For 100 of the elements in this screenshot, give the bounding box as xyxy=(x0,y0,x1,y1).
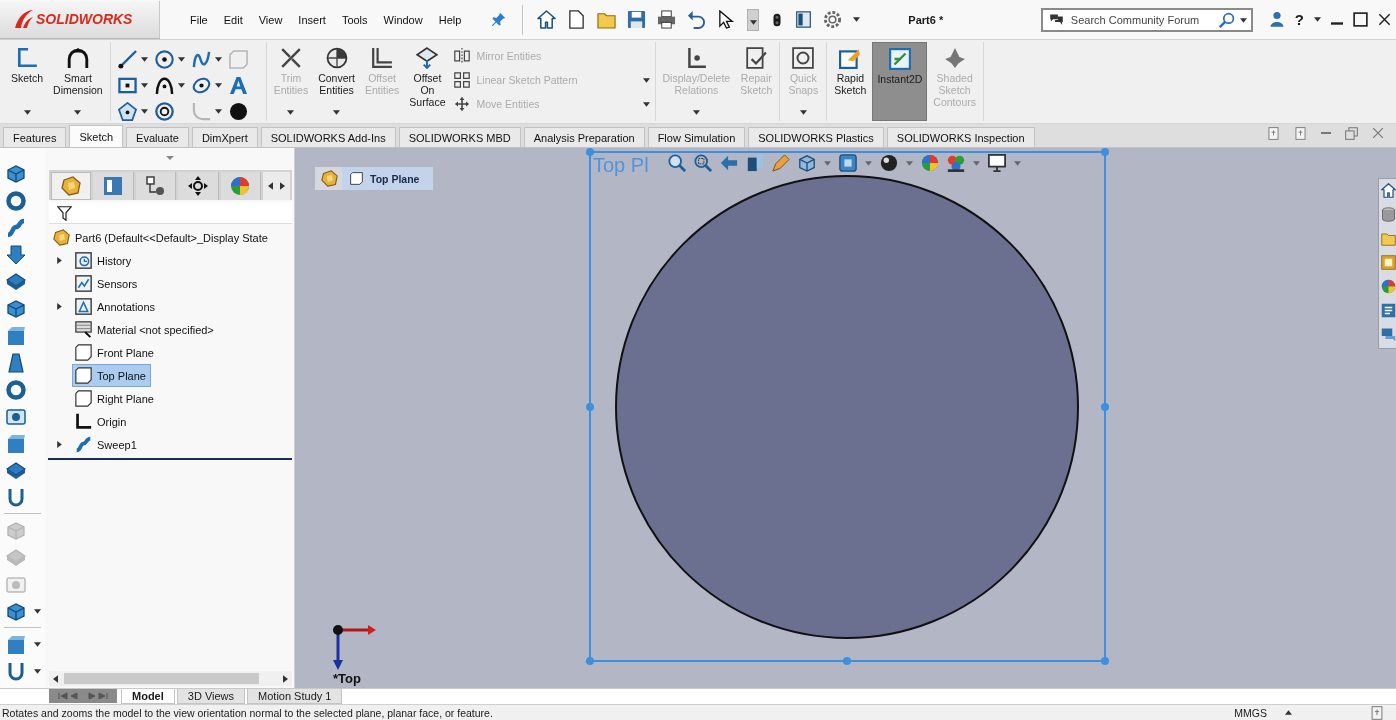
menu-item[interactable]: Tools xyxy=(333,10,376,29)
command-tab[interactable]: DimXpert xyxy=(191,127,258,147)
ribbon-button[interactable]: Smart Dimension xyxy=(49,42,107,121)
bottom-tab[interactable]: 3D Views xyxy=(176,689,246,704)
maximize-icon[interactable] xyxy=(1353,12,1368,27)
caret-icon[interactable] xyxy=(140,83,148,88)
cube-icon[interactable] xyxy=(6,601,26,622)
rectangle-icon[interactable] xyxy=(117,76,137,95)
scroll-left-icon[interactable] xyxy=(53,674,58,683)
printer-icon[interactable] xyxy=(657,10,677,29)
expand-arrow-icon[interactable] xyxy=(57,303,62,310)
tree-item[interactable]: Part6 (Default<<Default>_Display State xyxy=(50,226,273,249)
menu-item[interactable]: Edit xyxy=(215,10,251,29)
panel-tab[interactable] xyxy=(178,172,219,200)
list-icon[interactable] xyxy=(1381,303,1396,318)
caret-icon[interactable] xyxy=(34,609,41,614)
point-icon[interactable] xyxy=(228,102,248,121)
bottom-tab[interactable]: Model xyxy=(121,689,175,704)
caret-icon[interactable] xyxy=(74,110,82,115)
user-icon[interactable] xyxy=(1268,10,1285,29)
u-shape-icon[interactable] xyxy=(6,487,26,508)
caret-icon[interactable] xyxy=(177,83,185,88)
home-icon[interactable] xyxy=(1381,183,1396,198)
ring-icon[interactable] xyxy=(6,379,26,400)
search-field[interactable]: Search Community Forum xyxy=(1040,7,1253,32)
expand-arrow-icon[interactable] xyxy=(57,257,62,264)
unit-system-selector[interactable]: MMGS xyxy=(1234,706,1267,719)
command-tab[interactable]: Evaluate xyxy=(126,127,189,147)
command-tab[interactable]: Sketch xyxy=(69,125,124,147)
caret-icon[interactable] xyxy=(23,110,31,115)
command-tab[interactable]: SOLIDWORKS MBD xyxy=(398,127,521,147)
search-icon[interactable] xyxy=(1218,11,1235,28)
tree-item[interactable]: Material <not specified> xyxy=(72,318,219,341)
caret-icon[interactable] xyxy=(214,83,222,88)
caret-icon[interactable] xyxy=(140,109,148,114)
trapezoid-icon[interactable] xyxy=(6,352,26,373)
home-icon[interactable] xyxy=(537,10,557,29)
command-tab[interactable]: SOLIDWORKS Add-Ins xyxy=(260,127,396,147)
chat-icon[interactable] xyxy=(1381,327,1396,342)
slab-icon[interactable] xyxy=(6,271,26,292)
folder-icon[interactable] xyxy=(597,10,617,29)
ribbon-button[interactable]: Offset On Surface xyxy=(405,42,450,121)
command-tab[interactable]: Features xyxy=(3,127,67,147)
panel-tab[interactable] xyxy=(135,172,177,200)
close-icon[interactable] xyxy=(1378,13,1391,26)
filter-icon[interactable] xyxy=(57,206,72,221)
down-arrow-icon[interactable] xyxy=(6,244,26,265)
part-icon[interactable] xyxy=(321,170,338,187)
pin-icon[interactable] xyxy=(491,12,507,27)
polygon-icon[interactable] xyxy=(117,102,137,121)
caret-icon[interactable] xyxy=(214,57,222,62)
horizontal-scrollbar[interactable] xyxy=(49,671,292,686)
u-shape-icon[interactable] xyxy=(6,661,26,682)
tree-item[interactable]: Origin xyxy=(72,410,132,433)
tree-item[interactable]: Front Plane xyxy=(72,341,159,364)
tree-item[interactable]: History xyxy=(72,249,137,272)
command-tab[interactable]: Analysis Preparation xyxy=(523,127,645,147)
document-title[interactable]: Part6 * xyxy=(908,13,944,26)
arc-icon[interactable] xyxy=(154,76,174,95)
page-icon[interactable] xyxy=(1370,705,1384,720)
ribbon-button[interactable]: Sketch xyxy=(7,42,48,121)
scrollbar-thumb[interactable] xyxy=(64,673,259,684)
document-window-icon[interactable] xyxy=(1294,125,1307,141)
undo-icon[interactable] xyxy=(687,10,707,29)
menu-item[interactable]: Window xyxy=(375,10,431,29)
hole-icon[interactable] xyxy=(6,406,26,427)
cube-icon[interactable] xyxy=(6,298,26,319)
caret-icon[interactable] xyxy=(1239,17,1247,23)
scroll-right-icon[interactable] xyxy=(280,182,285,190)
sweep-icon[interactable] xyxy=(6,217,26,238)
caret-icon[interactable] xyxy=(34,669,41,674)
collapse-handle-icon[interactable] xyxy=(165,156,174,160)
tree-item[interactable]: Top Plane xyxy=(72,364,151,387)
tree-item[interactable]: Sensors xyxy=(72,272,143,295)
ribbon-button[interactable]: Instant2D xyxy=(872,42,928,121)
menu-item[interactable]: File xyxy=(182,10,216,29)
box-icon[interactable] xyxy=(6,433,26,454)
ring-icon[interactable] xyxy=(6,190,26,211)
folder-icon[interactable] xyxy=(1381,231,1396,246)
menu-item[interactable]: View xyxy=(250,10,291,29)
dropdown-box[interactable] xyxy=(747,8,760,31)
ellipse-icon[interactable] xyxy=(191,76,211,95)
caret-up-icon[interactable] xyxy=(1285,710,1292,715)
caret-icon[interactable] xyxy=(34,642,41,647)
circle-icon[interactable] xyxy=(154,50,174,69)
command-tab[interactable]: Flow Simulation xyxy=(647,127,746,147)
cube-icon[interactable] xyxy=(6,163,26,184)
ribbon-button[interactable]: Convert Entities xyxy=(314,42,359,121)
scroll-left-icon[interactable] xyxy=(268,182,273,190)
caret-icon[interactable] xyxy=(333,110,340,115)
tree-item[interactable]: Sweep1 xyxy=(72,433,142,456)
cylinder-icon[interactable] xyxy=(1381,207,1396,222)
scroll-right-icon[interactable] xyxy=(283,674,288,683)
filter-field[interactable] xyxy=(49,202,292,224)
new-document-icon[interactable] xyxy=(567,10,587,29)
caret-icon[interactable] xyxy=(140,57,148,62)
help-button[interactable]: ? xyxy=(1294,11,1304,28)
ribbon-button[interactable]: Rapid Sketch xyxy=(830,42,871,121)
text-icon[interactable] xyxy=(228,76,248,95)
slab-icon[interactable] xyxy=(6,460,26,481)
